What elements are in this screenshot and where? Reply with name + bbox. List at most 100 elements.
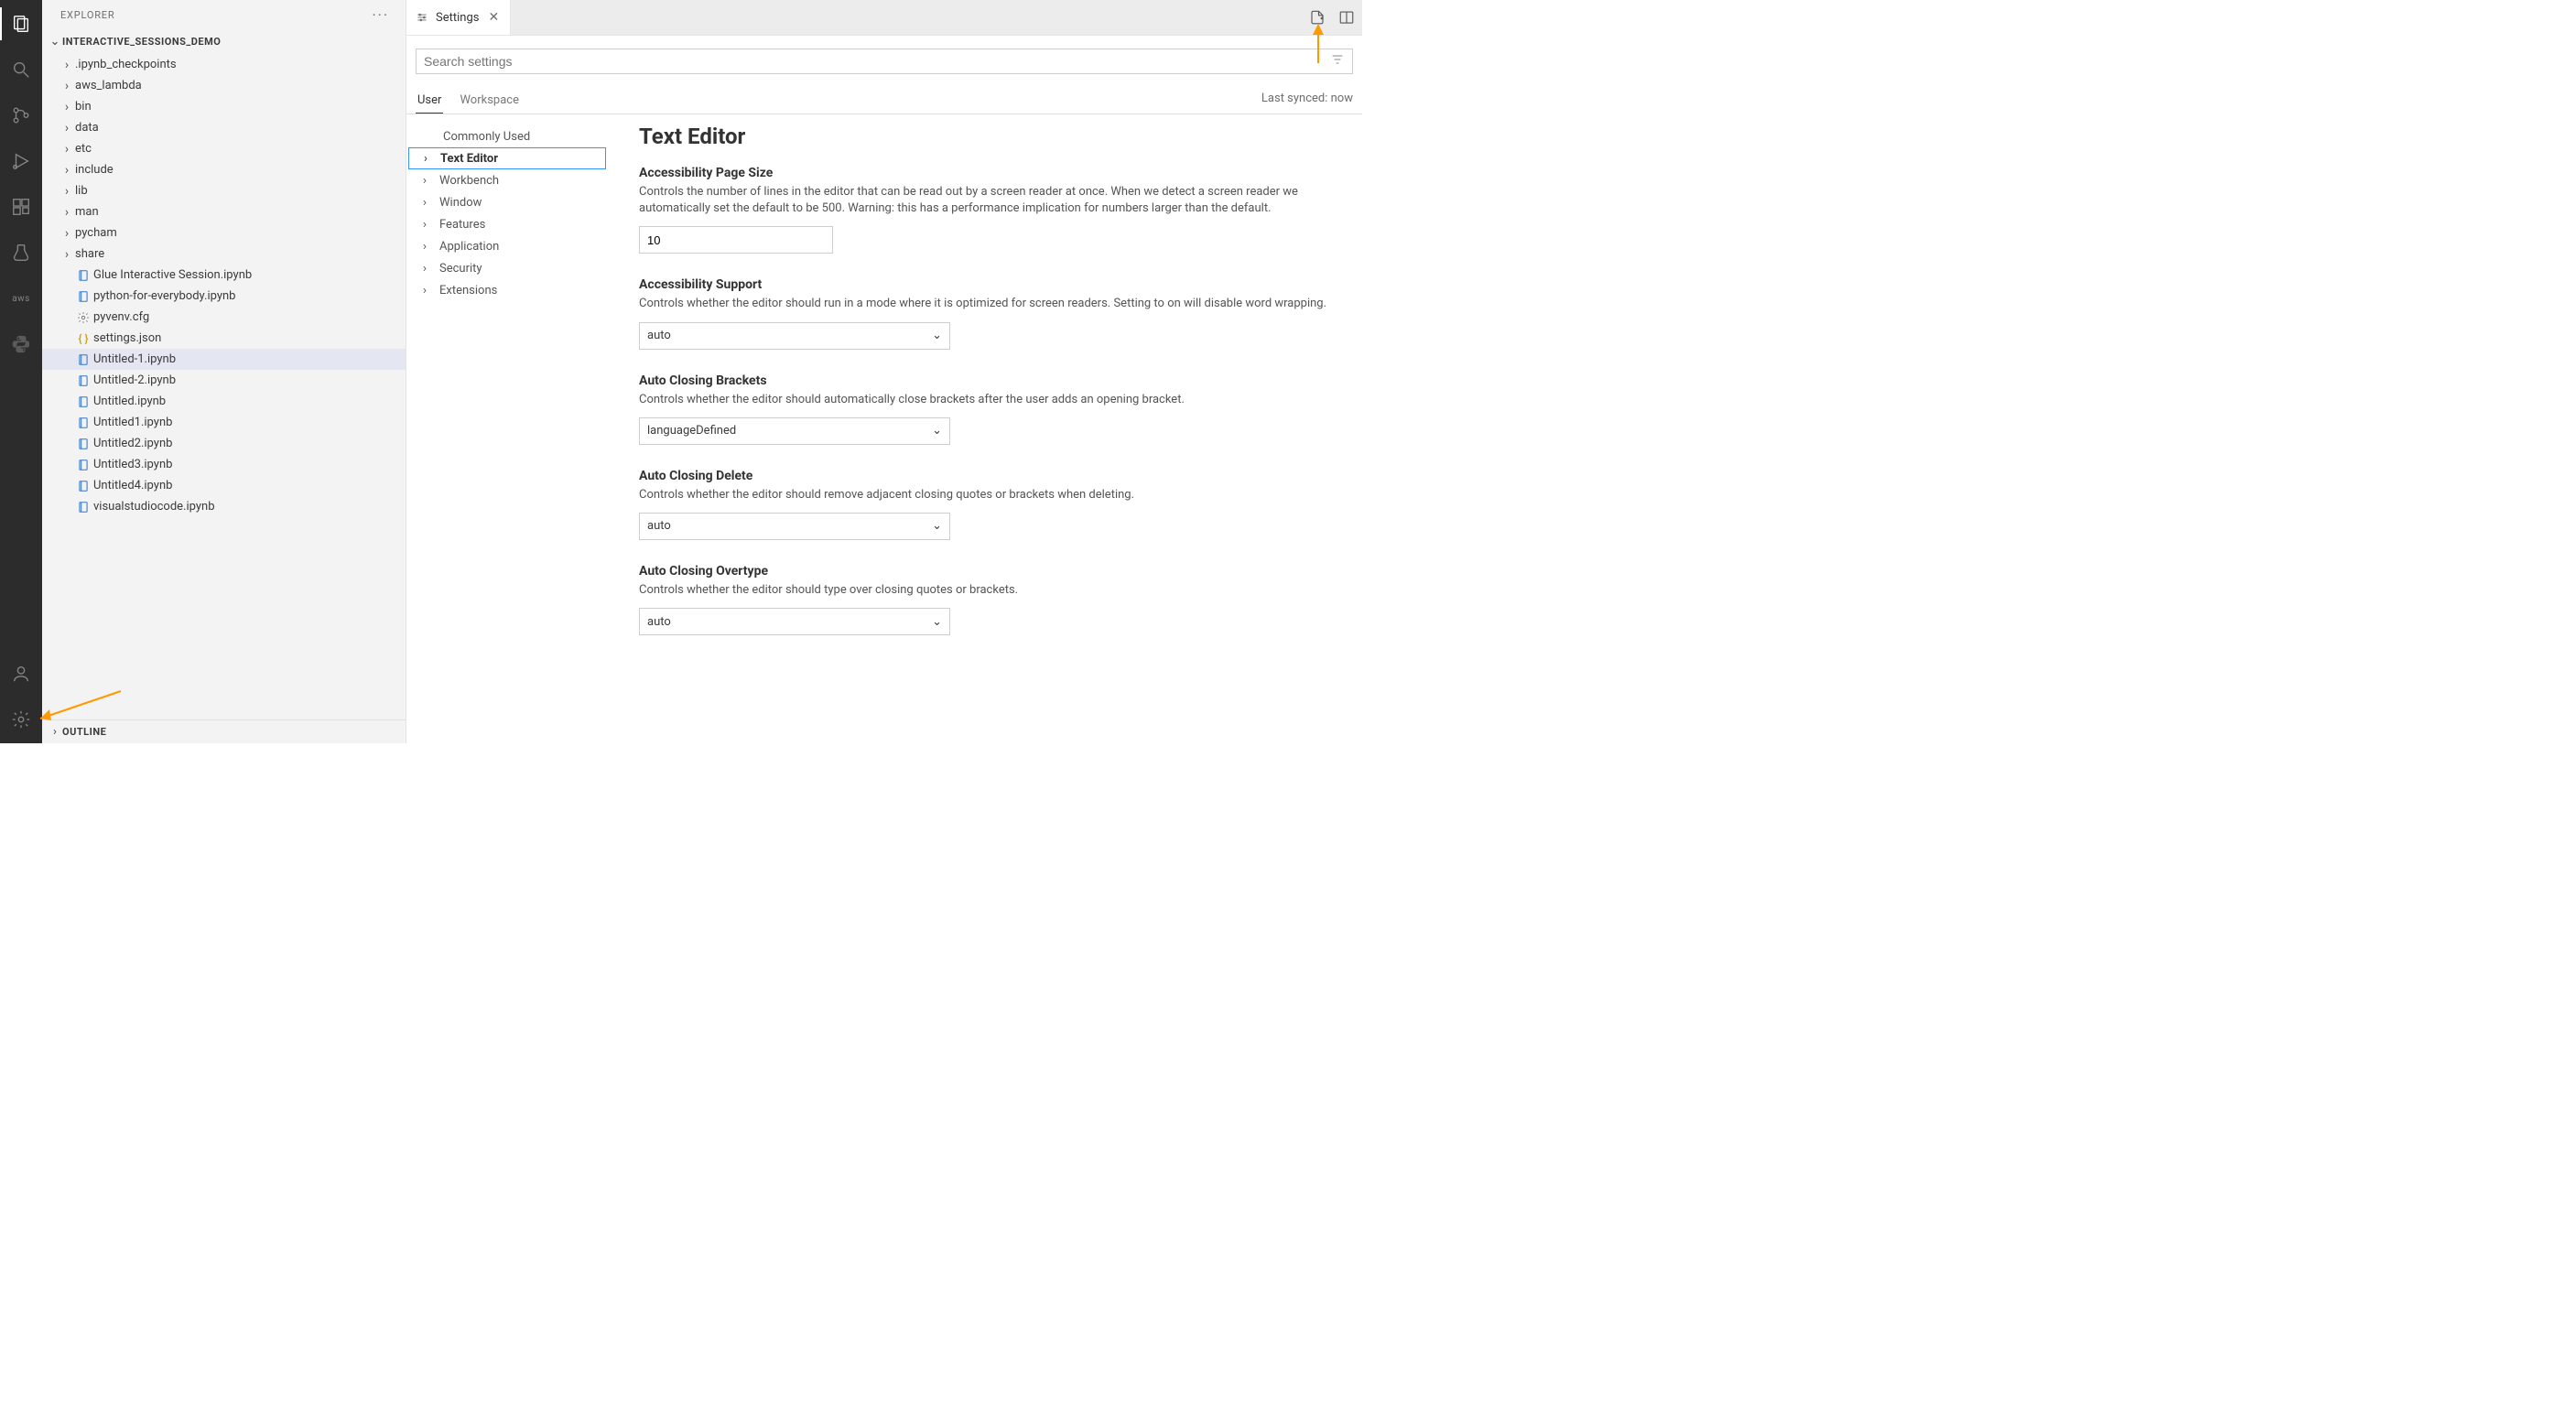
- activity-bar: aws: [0, 0, 42, 743]
- open-settings-json-icon[interactable]: [1307, 7, 1327, 27]
- source-control-icon[interactable]: [0, 99, 42, 132]
- nav-commonly-used[interactable]: Commonly Used: [406, 125, 608, 147]
- chevron-right-icon: ›: [48, 725, 62, 739]
- file-label: visualstudiocode.ipynb: [93, 500, 215, 514]
- folder-item[interactable]: man: [42, 201, 406, 222]
- setting-title: Accessibility Support: [639, 277, 1335, 292]
- setting-input-page-size[interactable]: [639, 226, 833, 254]
- chevron-right-icon: ›: [424, 152, 437, 166]
- chevron-right-icon: ›: [423, 284, 436, 297]
- file-item[interactable]: Untitled3.ipynb: [42, 454, 406, 475]
- settings-body: User Workspace Last synced: now Commonly…: [406, 36, 1362, 743]
- file-label: Untitled-1.ipynb: [93, 352, 176, 366]
- setting-description: Controls whether the editor should remov…: [639, 487, 1335, 503]
- file-item[interactable]: Untitled1.ipynb: [42, 412, 406, 433]
- setting-description: Controls whether the editor should autom…: [639, 392, 1335, 408]
- setting-title: Accessibility Page Size: [639, 166, 1335, 180]
- aws-icon[interactable]: aws: [0, 282, 42, 315]
- folder-item[interactable]: data: [42, 117, 406, 138]
- setting-title: Auto Closing Overtype: [639, 564, 1335, 579]
- close-icon[interactable]: ✕: [486, 8, 501, 27]
- folder-item[interactable]: etc: [42, 138, 406, 159]
- setting-select-auto-closing-delete[interactable]: auto ⌄: [639, 513, 950, 540]
- notebook-icon: [75, 480, 92, 492]
- file-tree: .ipynb_checkpoints aws_lambdabin data etc in…: [42, 52, 406, 719]
- folder-item[interactable]: pycham: [42, 222, 406, 243]
- file-label: Glue Interactive Session.ipynb: [93, 268, 252, 282]
- file-item[interactable]: Untitled4.ipynb: [42, 475, 406, 496]
- settings-search-wrap: [416, 49, 1353, 74]
- extensions-icon[interactable]: [0, 190, 42, 223]
- folder-item[interactable]: aws_lambda: [42, 75, 406, 96]
- tab-label: Settings: [436, 11, 479, 25]
- file-item[interactable]: Untitled-2.ipynb: [42, 370, 406, 391]
- split-editor-icon[interactable]: [1337, 7, 1357, 27]
- scope-tab-workspace[interactable]: Workspace: [458, 86, 521, 114]
- chevron-down-icon: ⌄: [932, 519, 942, 533]
- file-item[interactable]: python-for-everybody.ipynb: [42, 286, 406, 307]
- folder-label: man: [75, 205, 99, 219]
- explorer-sidebar: EXPLORER ··· ⌄ INTERACTIVE_SESSIONS_DEMO…: [42, 0, 406, 743]
- python-icon[interactable]: [0, 328, 42, 361]
- folder-item[interactable]: share: [42, 243, 406, 265]
- run-debug-icon[interactable]: [0, 145, 42, 178]
- explorer-icon[interactable]: [0, 7, 42, 40]
- folder-item[interactable]: lib: [42, 180, 406, 201]
- folder-label: etc: [75, 142, 92, 156]
- outline-label: OUTLINE: [62, 726, 106, 738]
- folder-item[interactable]: .ipynb_checkpoints: [42, 54, 406, 75]
- notebook-icon: [75, 395, 92, 408]
- file-item[interactable]: { }settings.json: [42, 328, 406, 349]
- settings-tab-icon: [416, 11, 428, 24]
- notebook-icon: [75, 353, 92, 366]
- folder-label: include: [75, 163, 114, 177]
- more-icon[interactable]: ···: [372, 6, 389, 24]
- nav-workbench[interactable]: ›Workbench: [406, 169, 608, 191]
- nav-application[interactable]: ›Application: [406, 235, 608, 257]
- settings-detail: Text Editor Accessibility Page Size Cont…: [608, 114, 1362, 743]
- filter-icon[interactable]: [1330, 52, 1345, 70]
- folder-label: lib: [75, 184, 88, 198]
- folder-item[interactable]: bin: [42, 96, 406, 117]
- file-item[interactable]: visualstudiocode.ipynb: [42, 496, 406, 517]
- search-icon[interactable]: [0, 53, 42, 86]
- chevron-right-icon: [60, 205, 73, 220]
- setting-select-auto-closing-brackets[interactable]: languageDefined ⌄: [639, 417, 950, 445]
- file-item[interactable]: Untitled2.ipynb: [42, 433, 406, 454]
- chevron-right-icon: [60, 100, 73, 114]
- file-item[interactable]: Untitled.ipynb: [42, 391, 406, 412]
- settings-search-input[interactable]: [424, 54, 1330, 69]
- nav-security[interactable]: ›Security: [406, 257, 608, 279]
- notebook-icon: [75, 438, 92, 450]
- setting-description: Controls whether the editor should type …: [639, 582, 1335, 599]
- setting-select-auto-closing-overtype[interactable]: auto ⌄: [639, 608, 950, 635]
- testing-icon[interactable]: [0, 236, 42, 269]
- nav-extensions[interactable]: ›Extensions: [406, 279, 608, 301]
- file-item[interactable]: Untitled-1.ipynb: [42, 349, 406, 370]
- setting-title: Auto Closing Brackets: [639, 373, 1335, 388]
- folder-label: share: [75, 247, 104, 261]
- chevron-down-icon: ⌄: [932, 424, 942, 438]
- setting-description: Controls whether the editor should run i…: [639, 296, 1335, 312]
- outline-section[interactable]: › OUTLINE: [42, 719, 406, 743]
- file-item[interactable]: pyvenv.cfg: [42, 307, 406, 328]
- folder-root-header[interactable]: ⌄ INTERACTIVE_SESSIONS_DEMO: [42, 30, 406, 52]
- chevron-down-icon: ⌄: [932, 615, 942, 629]
- chevron-right-icon: [60, 226, 73, 241]
- scope-tab-user[interactable]: User: [416, 86, 443, 114]
- chevron-right-icon: ›: [423, 174, 436, 188]
- folder-label: aws_lambda: [75, 79, 142, 92]
- setting-select-accessibility-support[interactable]: auto ⌄: [639, 322, 950, 350]
- accounts-icon[interactable]: [0, 657, 42, 690]
- manage-gear-icon[interactable]: [0, 703, 42, 736]
- folder-label: data: [75, 121, 99, 135]
- nav-window[interactable]: ›Window: [406, 191, 608, 213]
- json-icon: { }: [75, 332, 92, 345]
- file-item[interactable]: Glue Interactive Session.ipynb: [42, 265, 406, 286]
- folder-item[interactable]: include: [42, 159, 406, 180]
- folder-label: .ipynb_checkpoints: [75, 58, 177, 71]
- tab-settings[interactable]: Settings ✕: [406, 0, 511, 35]
- nav-text-editor[interactable]: ›Text Editor: [408, 147, 606, 169]
- nav-features[interactable]: ›Features: [406, 213, 608, 235]
- notebook-icon: [75, 290, 92, 303]
